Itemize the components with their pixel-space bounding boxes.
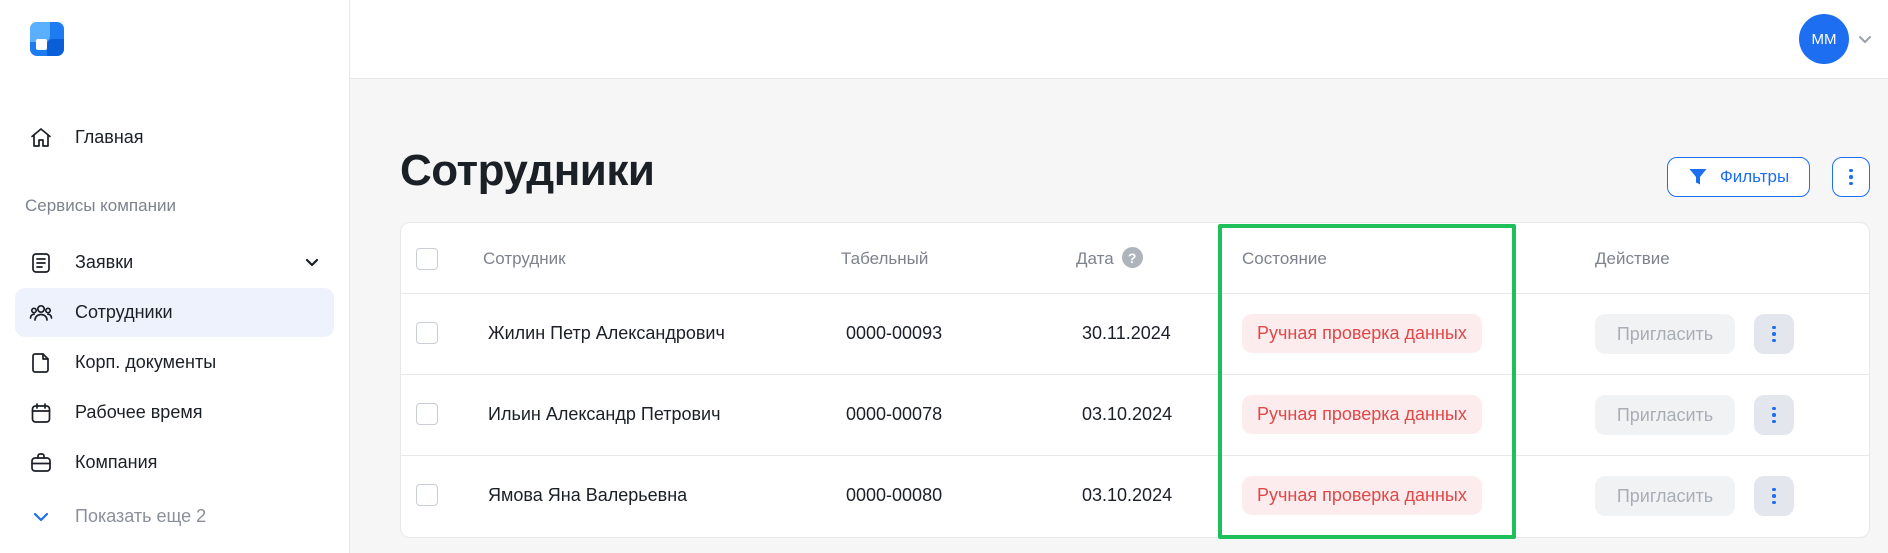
section-label: Сервисы компании <box>25 196 176 215</box>
sidebar-item-home[interactable]: Главная <box>15 113 334 162</box>
top-bar: MM <box>350 0 1888 79</box>
tab-number: 0000-00080 <box>846 485 943 505</box>
more-vertical-icon <box>1849 168 1853 186</box>
more-vertical-icon <box>1772 325 1776 343</box>
row-more-button[interactable] <box>1754 314 1794 354</box>
filters-label: Фильтры <box>1719 167 1790 186</box>
employee-name[interactable]: Жилин Петр Александрович <box>488 323 725 344</box>
column-header-tab-number[interactable]: Табельный <box>841 249 928 269</box>
date-value: 03.10.2024 <box>1082 404 1173 424</box>
sidebar-item-company[interactable]: Компания <box>15 438 334 487</box>
more-vertical-icon <box>1772 406 1776 424</box>
user-avatar[interactable]: MM <box>1799 14 1849 64</box>
row-divider <box>401 455 1869 456</box>
row-checkbox[interactable] <box>416 322 438 344</box>
column-header-date[interactable]: Дата? <box>1076 247 1143 270</box>
sidebar-item-label: Главная <box>75 127 144 147</box>
tab-number: 0000-00078 <box>846 404 943 424</box>
row-more-button[interactable] <box>1754 395 1794 435</box>
column-header-date-label: Дата <box>1076 249 1114 268</box>
row-more-button[interactable] <box>1754 476 1794 516</box>
app-logo[interactable] <box>30 22 64 56</box>
sidebar-item-requests[interactable]: Заявки <box>15 238 334 287</box>
filters-button[interactable]: Фильтры <box>1667 157 1810 197</box>
sidebar-item-label: Компания <box>75 452 158 472</box>
briefcase-icon <box>28 450 54 476</box>
chevron-down-icon <box>28 504 54 530</box>
file-icon <box>28 350 54 376</box>
employees-table: Сотрудник Табельный Дата? Состояние Дейс… <box>400 222 1870 538</box>
sidebar-item-work-time[interactable]: Рабочее время <box>15 388 334 437</box>
column-header-status[interactable]: Состояние <box>1242 249 1327 269</box>
sidebar-item-label: Корп. документы <box>75 352 217 372</box>
more-options-button[interactable] <box>1832 157 1870 197</box>
sidebar-show-more[interactable]: Показать еще 2 <box>15 492 334 541</box>
logo-shape <box>47 39 64 56</box>
row-divider <box>401 293 1869 294</box>
sidebar-item-employees[interactable]: Сотрудники <box>15 288 334 337</box>
sidebar-item-label: Рабочее время <box>75 402 203 422</box>
invite-button[interactable]: Пригласить <box>1595 314 1735 354</box>
sidebar: Главная Сервисы компании Заявки Сотрудни… <box>0 0 350 553</box>
sidebar-item-label: Заявки <box>75 252 134 272</box>
employee-name[interactable]: Ильин Александр Петрович <box>488 404 721 425</box>
users-icon <box>28 300 54 326</box>
date-value: 03.10.2024 <box>1082 485 1173 505</box>
chevron-down-icon[interactable] <box>1856 30 1874 48</box>
logo-shape <box>36 39 47 50</box>
chevron-down-icon[interactable] <box>302 252 322 272</box>
status-badge: Ручная проверка данных <box>1242 476 1482 515</box>
date-value: 30.11.2024 <box>1082 323 1171 343</box>
invite-button[interactable]: Пригласить <box>1595 395 1735 435</box>
list-document-icon <box>28 250 54 276</box>
row-checkbox[interactable] <box>416 403 438 425</box>
filter-icon <box>1689 169 1707 185</box>
select-all-checkbox[interactable] <box>416 248 438 270</box>
show-more-label: Показать еще 2 <box>75 506 207 526</box>
sidebar-item-label: Сотрудники <box>75 302 173 322</box>
tab-number: 0000-00093 <box>846 323 943 343</box>
status-badge: Ручная проверка данных <box>1242 314 1482 353</box>
column-header-action: Действие <box>1595 249 1670 268</box>
employee-name[interactable]: Ямова Яна Валерьевна <box>488 485 687 506</box>
sidebar-item-corp-documents[interactable]: Корп. документы <box>15 338 334 387</box>
calendar-icon <box>28 400 54 426</box>
help-icon[interactable]: ? <box>1121 247 1143 269</box>
row-divider <box>401 374 1869 375</box>
more-vertical-icon <box>1772 487 1776 505</box>
column-header-employee[interactable]: Сотрудник <box>483 249 566 269</box>
status-badge: Ручная проверка данных <box>1242 395 1482 434</box>
page-title: Сотрудники <box>400 146 655 195</box>
home-icon <box>28 125 54 151</box>
invite-button[interactable]: Пригласить <box>1595 476 1735 516</box>
row-checkbox[interactable] <box>416 484 438 506</box>
